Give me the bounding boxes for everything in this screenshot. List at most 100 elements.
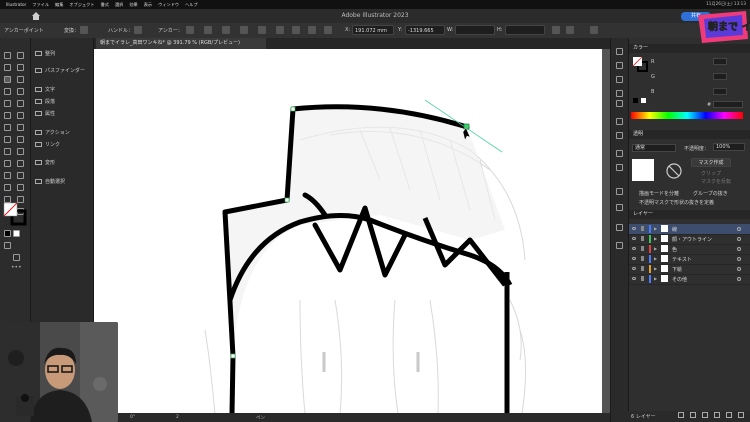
- paragraph-panel-item[interactable]: 段落: [35, 98, 55, 105]
- perspective-grid-tool-icon[interactable]: [17, 148, 24, 155]
- paintbrush-tool-icon[interactable]: [17, 100, 24, 107]
- r-value-field[interactable]: [713, 58, 727, 65]
- symbols-icon[interactable]: [616, 224, 623, 231]
- auto-select-panel-item[interactable]: 自動選択: [35, 178, 65, 185]
- visibility-eye-icon[interactable]: [632, 267, 636, 270]
- align-anchor-5-icon[interactable]: [324, 26, 332, 34]
- artboard[interactable]: [94, 49, 602, 414]
- scale-tool-icon[interactable]: [17, 124, 24, 131]
- layer-name[interactable]: 顔・アウトライン: [672, 236, 712, 243]
- g-value-field[interactable]: [713, 73, 727, 80]
- handle-toggle-icon[interactable]: [134, 26, 142, 34]
- rotate-tool-icon[interactable]: [4, 124, 11, 131]
- fill-stroke-swatch-icon[interactable]: [3, 202, 27, 226]
- make-mask-button[interactable]: マスク作成: [691, 158, 731, 167]
- draw-mode-icon[interactable]: [4, 242, 11, 249]
- direct-selection-tool-icon[interactable]: [17, 52, 24, 59]
- none-mode-icon[interactable]: [13, 230, 20, 237]
- lasso-tool-icon[interactable]: [17, 64, 24, 71]
- shape-builder-tool-icon[interactable]: [4, 148, 11, 155]
- visibility-eye-icon[interactable]: [632, 237, 636, 240]
- menu-object[interactable]: オブジェクト: [69, 2, 94, 8]
- comments-icon[interactable]: [616, 188, 623, 195]
- expand-arrow-icon[interactable]: ▶: [654, 256, 657, 261]
- align-anchor-icon[interactable]: [258, 26, 266, 34]
- menu-select[interactable]: 選択: [115, 2, 123, 8]
- target-circle-icon[interactable]: [737, 227, 741, 231]
- convert-corner-icon[interactable]: [80, 26, 88, 34]
- lock-icon[interactable]: [641, 276, 644, 281]
- remove-anchor-icon[interactable]: [186, 26, 194, 34]
- align-anchor-3-icon[interactable]: [292, 26, 300, 34]
- layer-name[interactable]: 下絵: [672, 266, 682, 273]
- pathfinder-panel-item[interactable]: パスファインダー: [35, 67, 85, 74]
- type-tool-icon[interactable]: [4, 88, 11, 95]
- clipping-mask-icon[interactable]: [702, 412, 708, 418]
- layer-name[interactable]: 線: [672, 226, 677, 233]
- lock-icon[interactable]: [641, 266, 644, 271]
- visibility-eye-icon[interactable]: [632, 277, 636, 280]
- swatches-icon[interactable]: [616, 118, 623, 125]
- document-tab[interactable]: 朝までイラレ_高田ワンキね* @ 391.79 % (RGB/プレビュー): [96, 38, 266, 49]
- gradient-icon[interactable]: [616, 164, 623, 171]
- color-mode-icon[interactable]: [4, 230, 11, 237]
- clip-checkbox[interactable]: クリップ: [701, 170, 721, 177]
- visibility-eye-icon[interactable]: [632, 227, 636, 230]
- libraries-icon[interactable]: [616, 76, 623, 83]
- transform-panel-item[interactable]: 変形: [35, 159, 55, 166]
- menu-app[interactable]: Illustrator: [6, 2, 26, 7]
- width-tool-icon[interactable]: [4, 136, 11, 143]
- lock-icon[interactable]: [641, 256, 644, 261]
- menu-view[interactable]: 表示: [144, 2, 152, 8]
- width-field[interactable]: [455, 25, 495, 35]
- layer-name[interactable]: テキスト: [672, 256, 692, 263]
- invert-mask-checkbox[interactable]: マスクを反転: [701, 178, 731, 185]
- actions-panel-item[interactable]: アクション: [35, 129, 70, 136]
- panel-menu-icon[interactable]: [590, 26, 598, 34]
- x-coordinate-field[interactable]: 191.072 mm: [352, 25, 394, 35]
- lock-icon[interactable]: [641, 226, 644, 231]
- artboard-number[interactable]: 2: [176, 415, 179, 420]
- pen-tool-icon[interactable]: [4, 76, 11, 83]
- layers-icon[interactable]: [616, 62, 623, 69]
- visibility-eye-icon[interactable]: [632, 257, 636, 260]
- home-icon[interactable]: [31, 11, 41, 21]
- target-circle-icon[interactable]: [737, 247, 741, 251]
- delete-layer-icon[interactable]: [738, 412, 744, 418]
- links-panel-item[interactable]: リンク: [35, 141, 60, 148]
- line-tool-icon[interactable]: [17, 88, 24, 95]
- black-swatch[interactable]: [633, 98, 638, 103]
- target-circle-icon[interactable]: [737, 267, 741, 271]
- menu-effect[interactable]: 効果: [129, 2, 137, 8]
- graph-tool-icon[interactable]: [17, 184, 24, 191]
- color-guide-icon[interactable]: [616, 100, 623, 107]
- color-spectrum[interactable]: [631, 112, 743, 119]
- expand-arrow-icon[interactable]: ▶: [654, 236, 657, 241]
- target-circle-icon[interactable]: [737, 237, 741, 241]
- align-icon[interactable]: [552, 26, 560, 34]
- isolate-blending-checkbox[interactable]: 描画モードを分離: [639, 190, 679, 197]
- curvature-tool-icon[interactable]: [17, 76, 24, 83]
- locate-object-icon[interactable]: [678, 412, 684, 418]
- graphic-styles-icon[interactable]: [616, 242, 623, 249]
- fill-stroke-color-icon[interactable]: [632, 56, 648, 72]
- artwork[interactable]: [94, 49, 602, 414]
- opacity-field[interactable]: 100%: [713, 143, 745, 151]
- lock-icon[interactable]: [641, 246, 644, 251]
- blend-tool-icon[interactable]: [17, 172, 24, 179]
- 3d-icon[interactable]: [616, 204, 623, 211]
- height-field[interactable]: [505, 25, 545, 35]
- blend-mode-select[interactable]: 通常: [632, 144, 676, 152]
- new-layer-icon[interactable]: [726, 412, 732, 418]
- character-panel-item[interactable]: 文字: [35, 86, 55, 93]
- color-icon[interactable]: [616, 90, 623, 97]
- symbol-sprayer-tool-icon[interactable]: [4, 184, 11, 191]
- transform-icon[interactable]: [566, 26, 574, 34]
- menu-file[interactable]: ファイル: [32, 2, 49, 8]
- target-circle-icon[interactable]: [737, 277, 741, 281]
- y-coordinate-field[interactable]: -1319.665: [405, 25, 445, 35]
- cut-path-icon[interactable]: [222, 26, 230, 34]
- more-tools-icon[interactable]: •••: [11, 264, 22, 271]
- expand-arrow-icon[interactable]: ▶: [654, 246, 657, 251]
- attributes-panel-item[interactable]: 属性: [35, 110, 55, 117]
